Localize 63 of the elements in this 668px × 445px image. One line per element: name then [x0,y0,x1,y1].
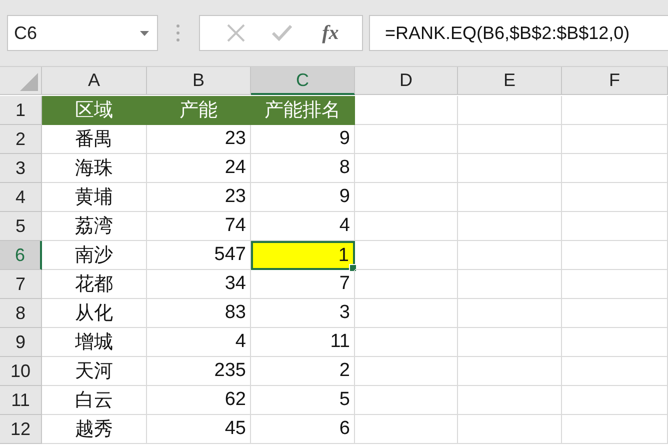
drag-handle-icon[interactable] [176,24,180,42]
table-cell: 番禺 [42,125,147,154]
column-header[interactable]: C [251,67,355,95]
column-header[interactable]: B [147,67,251,95]
table-cell: 南沙 [42,241,147,270]
table-cell: 海珠 [42,154,147,183]
column-header[interactable]: E [458,67,562,95]
table-cell: 45 [147,415,251,444]
insert-function-button[interactable]: fx [318,22,343,44]
table-cell: 34 [147,270,251,299]
header-cell: 产能排名 [251,96,355,125]
formula-field[interactable]: =RANK.EQ(B6,$B$2:$B$12,0) [369,15,668,51]
fill-handle[interactable] [349,264,357,272]
header-cell: 产能 [147,96,251,125]
table-cell: 3 [251,299,355,328]
corner-triangle-icon[interactable] [20,73,38,91]
name-box[interactable]: C6 [7,15,158,51]
table-cell: 11 [251,328,355,357]
table-cell: 花都 [42,270,147,299]
row-header[interactable]: 12 [0,415,42,444]
row-header[interactable]: 10 [0,357,42,386]
table-cell: 9 [251,183,355,212]
table-cell: 23 [147,183,251,212]
row-header[interactable]: 4 [0,183,42,212]
table-cell: 23 [147,125,251,154]
table-cell: 6 [251,415,355,444]
table-cell: 9 [251,125,355,154]
cell-reference: C6 [14,22,38,44]
table-cell: 荔湾 [42,212,147,241]
cancel-icon[interactable] [227,24,246,42]
row-header[interactable]: 8 [0,299,42,328]
column-header[interactable]: A [42,67,147,95]
table-cell: 2 [251,357,355,386]
check-icon[interactable] [272,25,292,41]
table-cell: 83 [147,299,251,328]
row-header[interactable]: 5 [0,212,42,241]
table-cell: 24 [147,154,251,183]
table-cell: 8 [251,154,355,183]
header-cell: 区域 [42,96,147,125]
row-header[interactable]: 7 [0,270,42,299]
row-header[interactable]: 11 [0,386,42,415]
table-cell: 62 [147,386,251,415]
table-cell: 从化 [42,299,147,328]
row-header[interactable]: 3 [0,154,42,183]
row-header[interactable]: 1 [0,96,42,125]
table-cell: 7 [251,270,355,299]
column-header[interactable]: F [562,67,668,95]
table-cell: 白云 [42,386,147,415]
table-cell: 1 [251,241,355,270]
table-cell: 235 [147,357,251,386]
column-header[interactable]: D [355,67,458,95]
table-cell: 5 [251,386,355,415]
caret-icon[interactable] [140,30,149,36]
table-cell: 黄埔 [42,183,147,212]
select-all-button[interactable] [0,67,42,95]
row-header[interactable]: 9 [0,328,42,357]
row-header[interactable]: 6 [0,241,42,270]
row-header[interactable]: 2 [0,125,42,154]
table-cell: 天河 [42,357,147,386]
table-cell: 增城 [42,328,147,357]
table-cell: 越秀 [42,415,147,444]
table-cell: 74 [147,212,251,241]
table-cell: 4 [147,328,251,357]
